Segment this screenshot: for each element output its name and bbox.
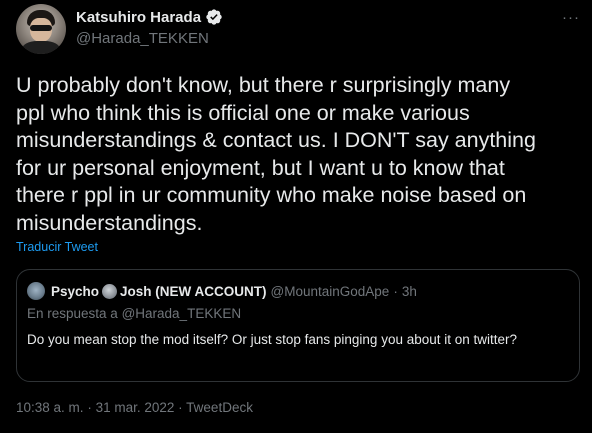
quoted-tweet[interactable]: Psycho Josh (NEW ACCOUNT) @MountainGodAp…	[16, 269, 580, 382]
quoted-separator: ·	[393, 283, 398, 299]
tweet-card: Katsuhiro Harada @Harada_TEKKEN ··· U pr…	[0, 0, 592, 433]
footer-separator: ·	[87, 400, 92, 415]
quoted-tweet-header: Psycho Josh (NEW ACCOUNT) @MountainGodAp…	[27, 282, 417, 300]
quoted-tweet-text: Do you mean stop the mod itself? Or just…	[27, 332, 518, 347]
quoted-author-name-part1: Psycho	[51, 283, 100, 299]
quoted-author-name-part2: Josh (NEW ACCOUNT)	[120, 283, 267, 299]
tweet-date[interactable]: 31 mar. 2022	[96, 400, 175, 415]
author-name-row[interactable]: Katsuhiro Harada	[76, 8, 223, 26]
author-name[interactable]: Katsuhiro Harada	[76, 9, 201, 26]
more-options-icon[interactable]: ···	[558, 6, 584, 28]
quoted-author-handle[interactable]: @MountainGodApe	[271, 284, 390, 299]
verified-badge-icon	[205, 8, 223, 26]
tweet-text: U probably don't know, but there r surpr…	[16, 73, 536, 235]
quoted-timestamp[interactable]: 3h	[402, 284, 417, 299]
reply-to-handle[interactable]: @Harada_TEKKEN	[122, 306, 242, 321]
translate-tweet-link[interactable]: Traducir Tweet	[16, 240, 98, 254]
tweet-time[interactable]: 10:38 a. m.	[16, 400, 84, 415]
quoted-reply-context: En respuesta a @Harada_TEKKEN	[27, 306, 241, 321]
reply-prefix: En respuesta a	[27, 306, 118, 321]
tweet-metadata: 10:38 a. m. · 31 mar. 2022 · TweetDeck	[16, 400, 253, 415]
mountain-emoji-icon	[102, 283, 118, 299]
quoted-author-avatar[interactable]	[27, 282, 45, 300]
quoted-author-name[interactable]: Psycho Josh (NEW ACCOUNT)	[51, 283, 267, 299]
tweet-source[interactable]: TweetDeck	[186, 400, 253, 415]
author-handle[interactable]: @Harada_TEKKEN	[76, 30, 209, 47]
footer-separator: ·	[178, 400, 183, 415]
author-avatar[interactable]	[16, 4, 66, 54]
